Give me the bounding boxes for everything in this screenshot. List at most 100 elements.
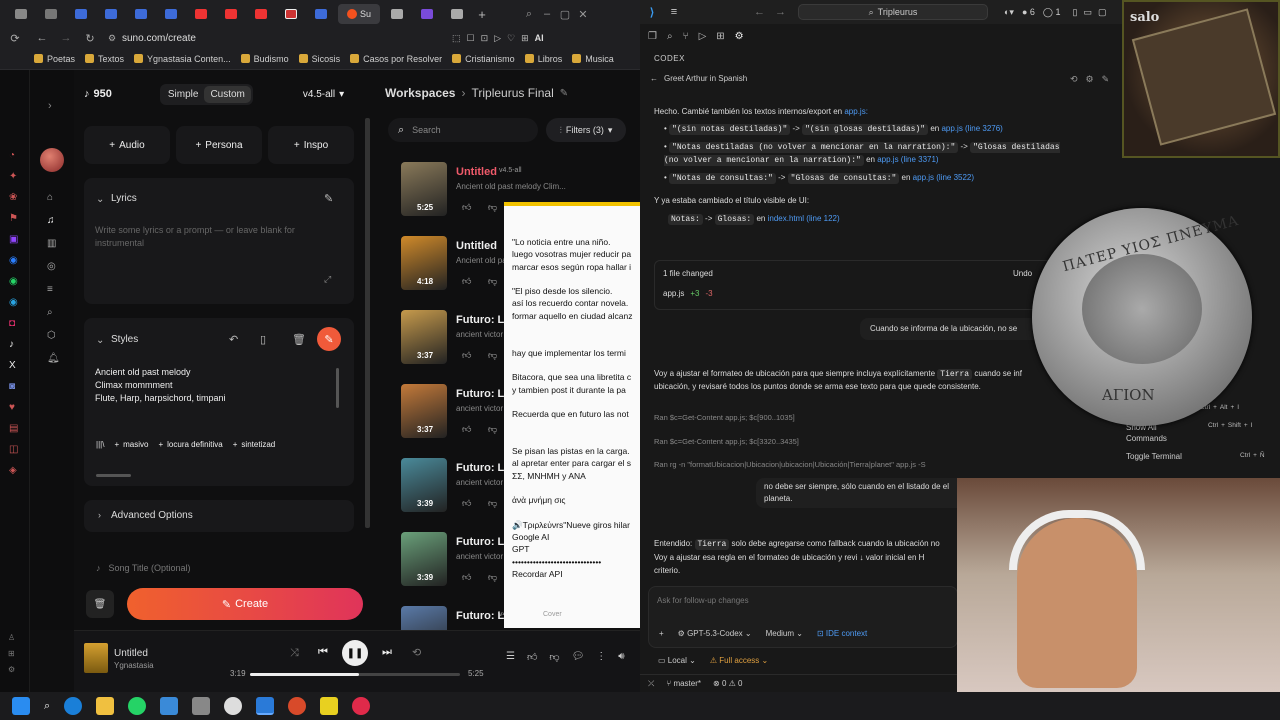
add-icon[interactable]: +	[659, 629, 664, 638]
extension-icons[interactable]: ⬚☐⊡▷♡⊞	[452, 33, 535, 44]
advanced-options[interactable]: › Advanced Options	[84, 500, 354, 532]
sync-badge[interactable]: ◯ 1	[1043, 7, 1061, 18]
magic-wand-icon[interactable]: ✎	[317, 327, 341, 351]
search-icon[interactable]: ⌕	[44, 700, 50, 713]
run-icon[interactable]: ▷	[699, 31, 707, 42]
tab[interactable]	[98, 4, 124, 24]
rail-icon[interactable]: ◔	[9, 150, 21, 161]
bell-icon[interactable]: 🔔︎	[47, 353, 60, 364]
file-link[interactable]: app.js (line 3371)	[877, 155, 938, 164]
problems-status[interactable]: ⊗ 0 ⚠ 0	[713, 679, 742, 688]
gear-icon[interactable]: ⚙	[8, 662, 22, 678]
dislike-icon[interactable]: 👎︎	[488, 424, 497, 435]
app-icon[interactable]	[192, 697, 211, 715]
search-input[interactable]: ⌕ Search	[388, 118, 538, 142]
ran-command[interactable]: Ran rg -n "formatUbicacion|Ubicacion|ubi…	[654, 453, 926, 477]
local-select[interactable]: ▭ Local ⌄	[658, 656, 696, 665]
scrollbar[interactable]	[336, 368, 339, 408]
rail-icon[interactable]: ▤	[9, 423, 21, 434]
files-icon[interactable]: ❐	[648, 31, 657, 42]
reload-icon[interactable]: ↻	[78, 32, 102, 45]
app-icon[interactable]	[320, 697, 339, 715]
like-icon[interactable]: 👍︎	[462, 572, 471, 583]
bookmark-item[interactable]: Poetas	[34, 54, 75, 64]
grid-icon[interactable]: ⊞	[8, 646, 22, 662]
edit-icon[interactable]: ✎	[560, 88, 568, 99]
dislike-icon[interactable]: 👎︎	[488, 276, 497, 287]
explore-icon[interactable]: ◎	[47, 261, 60, 272]
ai-extension-icon[interactable]: AI	[535, 33, 544, 43]
maximize-icon[interactable]: ▢	[558, 8, 572, 21]
lyrics-input[interactable]: Write some lyrics or a prompt — or leave…	[95, 224, 315, 250]
instagram-icon[interactable]: ◘	[9, 318, 21, 329]
extensions-icon[interactable]: ⊞	[716, 31, 724, 42]
next-icon[interactable]: ⏭︎	[382, 646, 392, 659]
forward-icon[interactable]: →	[775, 6, 786, 18]
repeat-icon[interactable]: ⟲	[412, 646, 421, 659]
dislike-icon[interactable]: 👎︎	[488, 498, 497, 509]
whatsapp-icon[interactable]: ◉	[9, 276, 21, 287]
back-icon[interactable]: ←	[754, 6, 765, 18]
like-icon[interactable]: 👍︎	[462, 202, 471, 213]
like-icon[interactable]: 👍︎	[462, 498, 471, 509]
ran-command[interactable]: Ran $c=Get-Content app.js; $c[3320..3435…	[654, 430, 926, 454]
like-icon[interactable]: 👍︎	[462, 350, 471, 361]
effort-select[interactable]: Medium ⌄	[766, 629, 803, 638]
layout-icons[interactable]: ▯▭▢	[1073, 7, 1113, 18]
copilot-icon[interactable]: ◐▾	[1004, 7, 1014, 18]
vscode-icon[interactable]	[256, 697, 275, 715]
tab[interactable]	[444, 4, 470, 24]
add-persona-button[interactable]: + Persona	[176, 126, 262, 164]
comment-icon[interactable]: 💬︎	[572, 651, 585, 663]
branch-status[interactable]: ⑂ master*	[666, 679, 701, 688]
file-explorer-icon[interactable]	[96, 697, 115, 715]
expand-icon[interactable]: ›	[48, 100, 52, 112]
heart-icon[interactable]: ♥	[9, 402, 21, 413]
file-link[interactable]: app.js:	[844, 107, 868, 116]
library-list-icon[interactable]: ≡	[47, 284, 60, 295]
library-icon[interactable]: ▥	[47, 238, 60, 249]
dislike-icon[interactable]: 👎︎	[488, 350, 497, 361]
search-icon[interactable]: ⌕	[667, 31, 673, 42]
dislike-icon[interactable]: 👎︎	[549, 651, 559, 663]
bookmark-item[interactable]: Cristianismo	[452, 54, 515, 64]
tiktok-icon[interactable]: ♪	[9, 339, 21, 350]
player-title[interactable]: Untitled	[114, 648, 148, 659]
command-center[interactable]: ⌕ Tripleurus	[798, 4, 988, 20]
tab[interactable]	[248, 4, 274, 24]
style-tag[interactable]: + sintetizad	[233, 440, 275, 449]
bookmark-icon[interactable]: ▯	[260, 333, 266, 346]
ran-command[interactable]: Ran $c=Get-Content app.js; $c[900..1035]	[654, 406, 926, 430]
pause-button[interactable]: ❚❚	[342, 640, 368, 666]
progress-track[interactable]	[250, 673, 460, 676]
previous-icon[interactable]: ⏮︎	[318, 646, 328, 659]
rail-icon[interactable]: ❀	[9, 192, 21, 203]
toggle-terminal[interactable]: Toggle Terminal	[1126, 452, 1182, 461]
like-icon[interactable]: 👍︎	[527, 651, 537, 663]
messenger-icon[interactable]: ◉	[9, 255, 21, 266]
workspaces-link[interactable]: Workspaces	[385, 86, 455, 100]
rail-icon[interactable]: ✦	[9, 171, 21, 182]
tab[interactable]	[188, 4, 214, 24]
remote-icon[interactable]: ⤫	[648, 679, 654, 689]
home-icon[interactable]: ⌂	[47, 192, 60, 203]
bookmark-item[interactable]: Ygnastasia Conten...	[134, 54, 231, 64]
tab[interactable]	[218, 4, 244, 24]
hub-icon[interactable]: ⬡	[47, 330, 60, 341]
access-select[interactable]: ⚠ Full access ⌄	[710, 656, 768, 665]
style-tag[interactable]: + locura definitiva	[158, 440, 222, 449]
changed-file-row[interactable]: app.js +3 -3	[663, 289, 713, 298]
tab[interactable]	[308, 4, 334, 24]
song-title[interactable]: Untitled	[456, 240, 497, 252]
dislike-icon[interactable]: 👎︎	[488, 202, 497, 213]
add-inspo-button[interactable]: + Inspo	[268, 126, 354, 164]
tab[interactable]	[38, 4, 64, 24]
file-link[interactable]: app.js (line 3276)	[941, 124, 1002, 133]
url-text[interactable]: suno.com/create	[122, 33, 452, 44]
style-tag[interactable]: + masivo	[114, 440, 148, 449]
search-icon[interactable]: ⌕	[47, 307, 60, 318]
x-icon[interactable]: X	[9, 360, 21, 371]
collapse-icon[interactable]: ⌄	[96, 194, 104, 205]
scroll-down-icon[interactable]: ↓	[859, 553, 863, 562]
app-icon[interactable]	[352, 697, 371, 715]
